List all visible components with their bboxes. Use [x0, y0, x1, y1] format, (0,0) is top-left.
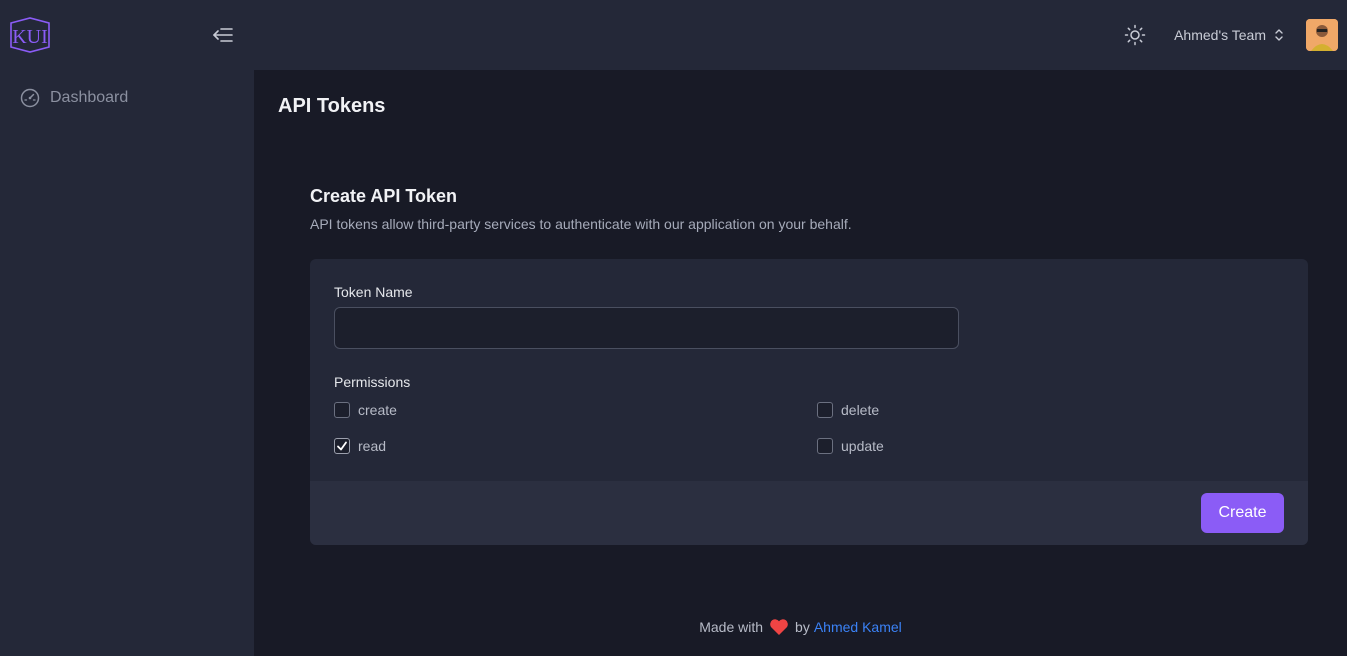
kui-logo[interactable]: KUI	[9, 17, 51, 53]
menu-collapse-icon	[213, 28, 233, 42]
section-title: Create API Token	[310, 186, 458, 206]
page-title: API Tokens	[278, 95, 386, 117]
team-name: Ahmed's Team	[1174, 27, 1266, 43]
footer-prefix: Made with	[699, 619, 764, 635]
checkbox-create[interactable]	[334, 402, 350, 418]
checkbox-read[interactable]	[334, 438, 350, 454]
dashboard-gauge-icon	[20, 88, 40, 108]
sidebar-item-label: Dashboard	[50, 89, 129, 106]
page-footer: Made with by Ahmed Kamel	[254, 618, 1347, 636]
create-button[interactable]: Create	[1201, 493, 1284, 533]
heart-icon	[769, 618, 789, 636]
permission-label: read	[358, 438, 387, 454]
sun-icon	[1124, 24, 1146, 46]
checkmark-icon	[337, 441, 347, 451]
permissions-label: Permissions	[334, 374, 411, 390]
create-token-card: Token Name Permissions create delete rea…	[310, 259, 1308, 545]
section-description: API tokens allow third-party services to…	[310, 216, 852, 232]
team-switcher[interactable]: Ahmed's Team	[1174, 27, 1284, 43]
sidebar: KUI Dashboard	[0, 0, 254, 656]
permission-create[interactable]: create	[334, 402, 397, 418]
collapse-sidebar-button[interactable]	[212, 24, 234, 46]
user-avatar[interactable]	[1306, 19, 1338, 51]
checkbox-update[interactable]	[817, 438, 833, 454]
logo-text: KUI	[12, 26, 48, 48]
sidebar-header: KUI	[0, 0, 254, 70]
footer-by: by	[795, 619, 810, 635]
topbar: Ahmed's Team	[254, 0, 1347, 70]
chevron-up-down-icon	[1274, 28, 1284, 42]
avatar-image	[1306, 19, 1338, 51]
author-link[interactable]: Ahmed Kamel	[814, 619, 902, 635]
permission-update[interactable]: update	[817, 438, 884, 454]
sidebar-item-dashboard[interactable]: Dashboard	[0, 86, 254, 110]
permission-label: create	[358, 402, 397, 418]
checkbox-delete[interactable]	[817, 402, 833, 418]
permission-read[interactable]: read	[334, 438, 386, 454]
card-footer: Create	[310, 481, 1308, 545]
permission-label: update	[841, 438, 884, 454]
permission-label: delete	[841, 402, 880, 418]
permission-delete[interactable]: delete	[817, 402, 879, 418]
theme-toggle-button[interactable]	[1124, 24, 1146, 46]
main-content: API Tokens Create API Token API tokens a…	[254, 70, 1347, 656]
token-name-input[interactable]	[334, 307, 959, 349]
token-name-label: Token Name	[334, 284, 413, 300]
